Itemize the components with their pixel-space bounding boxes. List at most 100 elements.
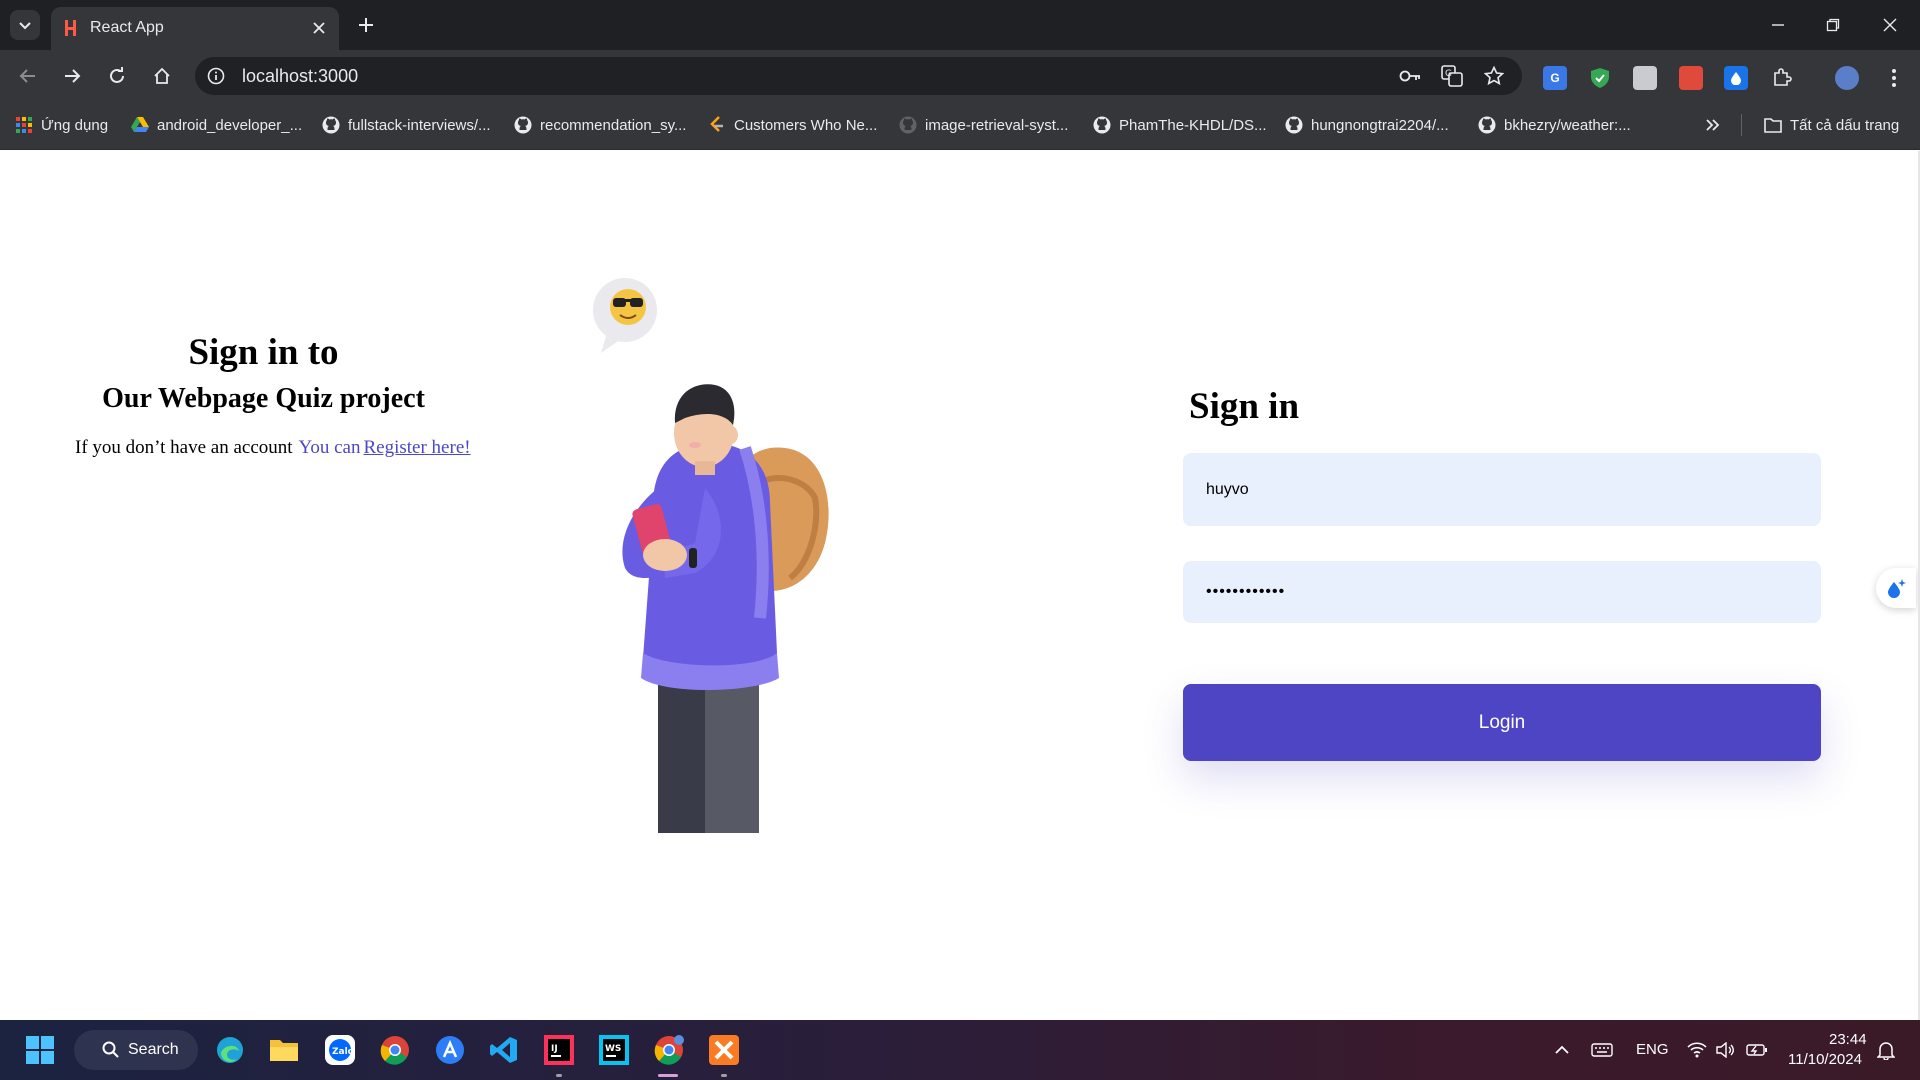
sign-in-heading: Sign in: [1189, 386, 1300, 427]
notifications-button[interactable]: [1870, 1034, 1902, 1066]
svg-text:G: G: [1445, 69, 1452, 79]
show-hidden-icons-button[interactable]: [1546, 1034, 1578, 1066]
tab-react-app[interactable]: React App: [51, 7, 339, 50]
password-key-button[interactable]: [1398, 64, 1422, 88]
hand-extension-icon[interactable]: [1633, 66, 1657, 90]
app-store-icon[interactable]: [434, 1034, 466, 1066]
key-icon: [1399, 70, 1420, 82]
minimize-button[interactable]: [1758, 10, 1798, 40]
bookmark-android-developer[interactable]: android_developer_...: [131, 114, 302, 136]
clock-time[interactable]: 23:44: [1829, 1031, 1867, 1048]
taskbar-search-label: Search: [128, 1041, 179, 1058]
bookmark-hungnongtrai[interactable]: hungnongtrai2204/...: [1285, 114, 1449, 136]
devtools-extension-icon[interactable]: [1679, 66, 1703, 90]
keyboard-button[interactable]: [1586, 1034, 1618, 1066]
file-explorer-icon[interactable]: [268, 1034, 300, 1066]
water-drop-extension-icon[interactable]: [1724, 66, 1748, 90]
clock-date[interactable]: 11/10/2024: [1788, 1051, 1862, 1068]
google-translate-extension-icon[interactable]: G: [1543, 66, 1567, 90]
bookmark-customers-who[interactable]: Customers Who Ne...: [708, 114, 877, 136]
new-tab-button[interactable]: [352, 11, 380, 39]
plus-icon: [359, 18, 373, 32]
register-note-text: If you don’t have an account: [75, 437, 293, 458]
bookmark-image-retrieval[interactable]: image-retrieval-syst...: [899, 114, 1068, 136]
emoji-speech-bubble: [593, 278, 657, 353]
you-can-text: You can: [298, 437, 361, 458]
bookmark-recommendation-sys[interactable]: recommendation_sy...: [514, 114, 686, 136]
volume-button[interactable]: [1710, 1034, 1742, 1066]
windows-logo-icon: [26, 1036, 54, 1064]
login-button[interactable]: Login: [1183, 684, 1821, 761]
more-vert-icon: [1892, 69, 1896, 87]
battery-charging-icon: [1746, 1044, 1767, 1056]
speaker-icon: [1716, 1042, 1734, 1058]
intellij-app-icon[interactable]: IJ: [543, 1034, 575, 1066]
more-bookmarks-button[interactable]: [1705, 114, 1721, 136]
bookmark-star-button[interactable]: [1482, 64, 1506, 88]
bookmark-phamthe-khdl[interactable]: PhamThe-KHDL/DS...: [1093, 114, 1267, 136]
chrome-active-app-icon[interactable]: [653, 1034, 685, 1066]
register-link[interactable]: Register here!: [363, 437, 470, 458]
language-indicator[interactable]: ENG: [1636, 1041, 1669, 1058]
address-bar[interactable]: localhost:3000 G: [195, 57, 1522, 95]
site-info-button[interactable]: [205, 65, 227, 87]
all-bookmarks-folder[interactable]: Tất cả dấu trang: [1764, 114, 1899, 136]
forward-button[interactable]: [57, 61, 87, 91]
password-input[interactable]: [1183, 561, 1821, 623]
bell-icon: [1877, 1042, 1895, 1060]
home-button[interactable]: [147, 61, 177, 91]
folder-icon: [1764, 116, 1782, 134]
extensions-button[interactable]: [1770, 66, 1794, 90]
xampp-app-icon[interactable]: [708, 1034, 740, 1066]
close-tab-button[interactable]: [307, 16, 331, 40]
floating-assistant-button[interactable]: [1876, 568, 1916, 608]
github-icon: [899, 116, 917, 134]
bookmark-fullstack-interviews[interactable]: fullstack-interviews/...: [322, 114, 491, 136]
active-app-indicator: [658, 1074, 678, 1077]
back-button[interactable]: [13, 61, 43, 91]
battery-button[interactable]: [1741, 1034, 1773, 1066]
restore-button[interactable]: [1813, 10, 1853, 40]
translate-button[interactable]: G: [1440, 64, 1464, 88]
browser-menu-button[interactable]: [1882, 66, 1906, 90]
edge-app-icon[interactable]: [214, 1034, 246, 1066]
close-window-button[interactable]: [1870, 10, 1910, 40]
restore-icon: [1826, 18, 1840, 32]
close-icon: [313, 22, 325, 34]
svg-text:WS: WS: [605, 1044, 621, 1054]
minimize-icon: [1772, 24, 1784, 26]
tab-search-button[interactable]: [10, 10, 40, 40]
shield-extension-icon[interactable]: [1588, 66, 1612, 90]
running-indicator: [721, 1074, 727, 1077]
vscode-app-icon[interactable]: [488, 1034, 520, 1066]
puzzle-icon: [1774, 68, 1792, 86]
arrow-right-icon: [65, 69, 81, 83]
taskbar-search[interactable]: Search: [74, 1030, 198, 1070]
close-icon: [1883, 18, 1897, 32]
tab-title: React App: [90, 19, 164, 36]
register-prompt: If you don’t have an account You can Regis…: [75, 437, 471, 459]
chrome-app-icon[interactable]: [379, 1034, 411, 1066]
star-icon: [1484, 66, 1504, 86]
svg-text:IJ: IJ: [551, 1044, 558, 1054]
github-icon: [322, 116, 340, 134]
bookmark-bkhezry-weather[interactable]: bkhezry/weather:...: [1478, 114, 1631, 136]
apps-grid-icon: [15, 116, 33, 134]
zalo-app-icon[interactable]: Zalo: [324, 1034, 356, 1066]
keyboard-icon: [1591, 1043, 1613, 1057]
page-content: Sign in to Our Webpage Quiz project If y…: [0, 151, 1920, 1020]
github-icon: [514, 116, 532, 134]
username-input[interactable]: [1183, 453, 1821, 526]
profile-avatar[interactable]: [1835, 66, 1859, 90]
wifi-button[interactable]: [1681, 1034, 1713, 1066]
left-panel-title: Sign in to: [188, 332, 339, 373]
info-icon: [207, 67, 225, 85]
github-icon: [1478, 116, 1496, 134]
bookmark-apps[interactable]: Ứng dụng: [15, 114, 108, 136]
left-panel-subtitle: Our Webpage Quiz project: [102, 383, 425, 414]
reload-icon: [110, 67, 124, 83]
reload-button[interactable]: [102, 61, 132, 91]
start-button[interactable]: [24, 1034, 56, 1066]
github-icon: [1285, 116, 1303, 134]
webstorm-app-icon[interactable]: WS: [598, 1034, 630, 1066]
